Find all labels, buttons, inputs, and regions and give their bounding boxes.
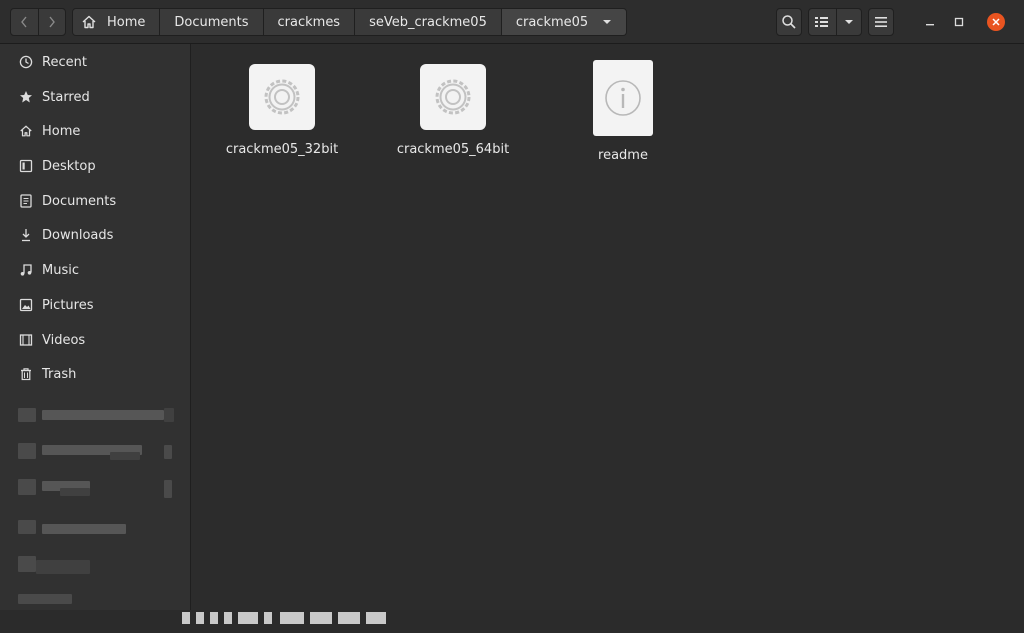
minimize-icon: [926, 24, 934, 26]
executable-gear-icon: [249, 64, 315, 130]
sidebar-item-desktop[interactable]: Desktop: [0, 149, 190, 183]
navigation-buttons: [10, 8, 66, 36]
caret-down-icon: [844, 20, 853, 24]
background-text-fragment: [180, 593, 390, 633]
sidebar-item-label: Music: [42, 262, 79, 278]
file-item[interactable]: readme: [558, 60, 688, 163]
header-bar: Home Documents crackmes seVeb_crackme05 …: [0, 0, 1024, 44]
sidebar-item-documents[interactable]: Documents: [0, 184, 190, 218]
breadcrumb: Home Documents crackmes seVeb_crackme05 …: [72, 8, 628, 36]
forward-button[interactable]: [37, 9, 66, 35]
view-dropdown-button[interactable]: [837, 9, 861, 35]
caret-down-icon: [602, 19, 612, 25]
star-icon: [18, 89, 34, 105]
file-item[interactable]: crackme05_32bit: [217, 64, 347, 157]
file-name: readme: [598, 148, 648, 163]
video-icon: [18, 332, 34, 348]
document-icon: [18, 193, 34, 209]
sidebar-item-label: Downloads: [42, 227, 114, 243]
home-icon: [81, 14, 97, 30]
sidebar-item-label: Documents: [42, 193, 117, 209]
download-icon: [18, 227, 34, 243]
sidebar-item-videos[interactable]: Videos: [0, 323, 190, 357]
breadcrumb-crackmes[interactable]: crackmes: [263, 9, 356, 35]
sidebar-item-label: Recent: [42, 54, 87, 70]
breadcrumb-home[interactable]: Home: [73, 9, 161, 35]
sidebar-item-downloads[interactable]: Downloads: [0, 218, 190, 252]
sidebar-item-label: Desktop: [42, 158, 96, 174]
menu-button[interactable]: [868, 8, 894, 36]
view-options: [808, 8, 862, 36]
clock-icon: [18, 54, 34, 70]
sidebar-item-trash[interactable]: Trash: [0, 357, 190, 391]
breadcrumb-label: crackmes: [277, 14, 341, 30]
file-item[interactable]: crackme05_64bit: [388, 64, 518, 157]
search-icon: [782, 15, 796, 29]
breadcrumb-seveb-crackme05[interactable]: seVeb_crackme05: [355, 9, 502, 35]
back-button[interactable]: [11, 9, 38, 35]
sidebar-item-home[interactable]: Home: [0, 114, 190, 148]
chevron-right-icon: [49, 16, 55, 28]
list-view-button[interactable]: [809, 9, 837, 35]
breadcrumb-label: crackme05: [515, 14, 589, 30]
music-icon: [18, 262, 34, 278]
sidebar-item-label: Trash: [42, 366, 77, 382]
chevron-left-icon: [21, 16, 27, 28]
home-icon: [18, 123, 34, 139]
breadcrumb-crackme05[interactable]: crackme05: [501, 9, 627, 35]
sidebar-item-label: Pictures: [42, 297, 94, 313]
sidebar-item-recent[interactable]: Recent: [0, 45, 190, 79]
file-view: crackme05_32bit crackme05_64bit readme: [191, 44, 1024, 610]
sidebar-item-starred[interactable]: Starred: [0, 80, 190, 114]
breadcrumb-label: seVeb_crackme05: [369, 14, 487, 30]
trash-icon: [18, 366, 34, 382]
sidebar-item-label: Home: [42, 123, 81, 139]
breadcrumb-label: Documents: [174, 14, 249, 30]
breadcrumb-documents[interactable]: Documents: [160, 9, 264, 35]
breadcrumb-label: Home: [107, 14, 146, 30]
picture-icon: [18, 297, 34, 313]
executable-gear-icon: [420, 64, 486, 130]
search-button[interactable]: [776, 8, 802, 36]
list-view-icon: [815, 17, 829, 27]
sidebar-item-pictures[interactable]: Pictures: [0, 288, 190, 322]
sidebar-item-label: Videos: [42, 332, 86, 348]
maximize-button[interactable]: [947, 10, 971, 34]
sidebar-item-label: Starred: [42, 89, 90, 105]
hamburger-icon: [875, 17, 887, 27]
info-document-icon: [593, 60, 653, 136]
minimize-button[interactable]: [918, 10, 942, 34]
maximize-icon: [954, 17, 964, 27]
file-name: crackme05_64bit: [396, 142, 510, 157]
file-name: crackme05_32bit: [225, 142, 339, 157]
sidebar: Recent Starred Home Desktop Documents Do…: [0, 44, 191, 610]
close-icon: [992, 18, 1000, 26]
close-button[interactable]: [987, 13, 1005, 31]
desktop-icon: [18, 158, 34, 174]
sidebar-item-music[interactable]: Music: [0, 253, 190, 287]
